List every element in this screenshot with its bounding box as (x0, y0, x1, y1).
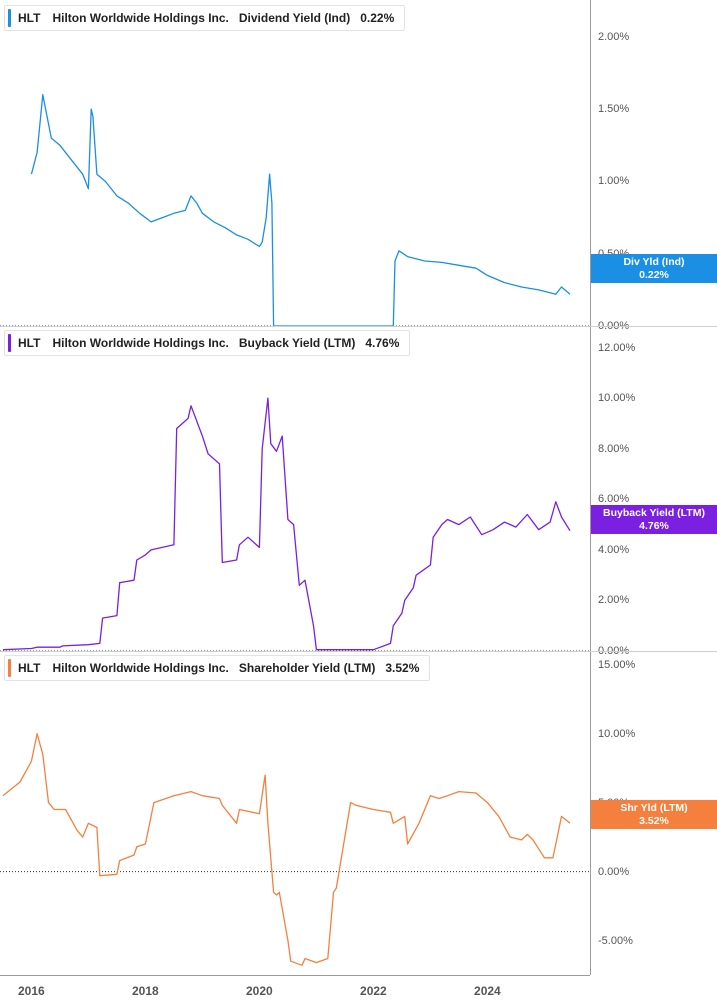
shareholder-yield-swatch (8, 659, 11, 677)
y-tick-label: 4.00% (598, 543, 630, 556)
x-axis-line (0, 975, 590, 976)
shareholder-yield-badge: Shr Yld (LTM) 3.52% (591, 800, 717, 829)
y-tick-label: 1.00% (598, 175, 630, 188)
shareholder-yield-plot[interactable] (0, 652, 590, 975)
legend-ticker: HLT (18, 11, 41, 25)
legend-value: 4.76% (365, 336, 400, 350)
x-tick-label: 2018 (132, 984, 159, 998)
y-axis-line (590, 327, 591, 651)
series-line[interactable] (2, 733, 571, 966)
x-tick-label: 2024 (474, 984, 501, 998)
legend-metric: Shareholder Yield (LTM) (238, 661, 376, 675)
buyback-yield-panel: HLT Hilton Worldwide Holdings Inc. Buyba… (0, 327, 717, 657)
legend-company: Hilton Worldwide Holdings Inc. (52, 336, 229, 350)
y-tick-label: 2.00% (598, 30, 630, 43)
dividend-yield-plot[interactable] (0, 0, 590, 326)
buyback-yield-swatch (8, 334, 11, 352)
legend-metric: Buyback Yield (LTM) (238, 336, 356, 350)
dividend-yield-panel: HLT Hilton Worldwide Holdings Inc. Divid… (0, 0, 717, 332)
badge-label: Buyback Yield (LTM) (603, 506, 705, 519)
y-tick-label: 0.00% (598, 865, 630, 878)
badge-label: Div Yld (Ind) (623, 255, 685, 268)
shareholder-yield-panel: HLT Hilton Worldwide Holdings Inc. Share… (0, 652, 717, 975)
badge-value: 0.22% (639, 268, 669, 281)
badge-value: 3.52% (639, 814, 669, 827)
series-line[interactable] (30, 94, 571, 326)
x-tick-label: 2022 (360, 984, 387, 998)
chart-canvas: HLT Hilton Worldwide Holdings Inc. Divid… (0, 0, 717, 1005)
y-tick-label: 6.00% (598, 493, 630, 506)
legend-metric: Dividend Yield (Ind) (238, 11, 351, 25)
dividend-yield-swatch (8, 9, 11, 27)
shareholder-yield-legend: HLT Hilton Worldwide Holdings Inc. Share… (4, 655, 431, 681)
y-tick-label: -5.00% (598, 934, 633, 947)
y-tick-label: 1.50% (598, 103, 630, 116)
dividend-yield-legend: HLT Hilton Worldwide Holdings Inc. Divid… (4, 5, 406, 31)
legend-ticker: HLT (18, 661, 41, 675)
buyback-yield-plot[interactable] (0, 327, 590, 651)
x-tick-label: 2020 (246, 984, 273, 998)
legend-value: 0.22% (360, 11, 395, 25)
y-tick-label: 10.00% (598, 727, 636, 740)
y-tick-label: 12.00% (598, 341, 636, 354)
legend-company: Hilton Worldwide Holdings Inc. (52, 661, 229, 675)
badge-value: 4.76% (639, 519, 669, 532)
legend-company: Hilton Worldwide Holdings Inc. (52, 11, 229, 25)
badge-label: Shr Yld (LTM) (620, 801, 688, 814)
y-tick-label: 2.00% (598, 594, 630, 607)
buyback-yield-badge: Buyback Yield (LTM) 4.76% (591, 505, 717, 534)
legend-ticker: HLT (18, 336, 41, 350)
x-tick-label: 2016 (17, 984, 45, 998)
legend-value: 3.52% (385, 661, 420, 675)
dividend-yield-badge: Div Yld (Ind) 0.22% (591, 254, 717, 283)
series-line[interactable] (2, 397, 571, 651)
y-tick-label: 10.00% (598, 392, 636, 405)
buyback-yield-legend: HLT Hilton Worldwide Holdings Inc. Buyba… (4, 330, 411, 356)
y-tick-label: 15.00% (598, 658, 636, 671)
y-tick-label: 8.00% (598, 442, 630, 455)
